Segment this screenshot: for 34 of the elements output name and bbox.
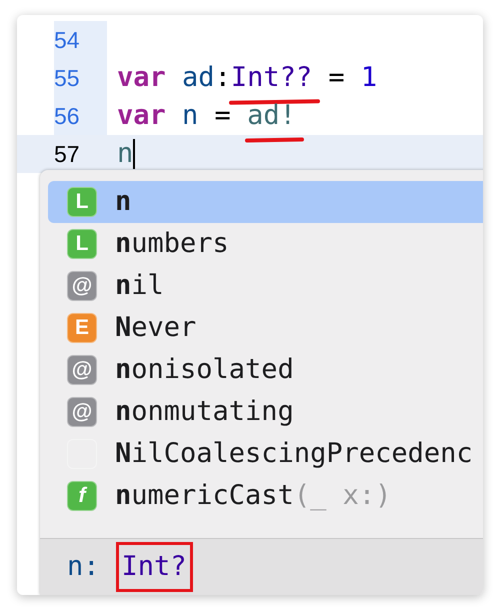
symbol-badge: @ — [67, 355, 97, 385]
code-line: var ad:Int?? = 1 — [117, 60, 378, 95]
line-number: 56 — [54, 102, 80, 131]
symbol-name: n: — [67, 550, 100, 584]
completion-label: nonmutating — [115, 394, 294, 429]
symbol-badge: E — [67, 313, 97, 343]
completion-label: nil — [115, 268, 164, 303]
symbol-badge: @ — [67, 271, 97, 301]
code-line: n — [117, 136, 134, 171]
symbol-badge: L — [67, 229, 97, 259]
symbol-type: Int? — [116, 542, 193, 592]
symbol-badge: @ — [67, 397, 97, 427]
line-number: 55 — [54, 64, 80, 93]
line-number: 54 — [54, 26, 80, 55]
completion-label: Never — [115, 310, 196, 345]
completion-item[interactable]: L n — [48, 181, 483, 223]
completion-label: n — [115, 184, 132, 219]
completion-item[interactable]: NilCoalescingPrecedenc — [48, 433, 483, 475]
completion-item[interactable]: f numericCast(_ x:) — [48, 475, 483, 517]
symbol-badge: f — [67, 481, 97, 511]
completion-item[interactable]: @ nonisolated — [48, 349, 483, 391]
completion-item[interactable]: L numbers — [48, 223, 483, 265]
completion-label: numericCast — [115, 478, 294, 513]
completion-label: NilCoalescingPrecedenc — [115, 436, 473, 471]
code-line: var n = ad! — [117, 98, 296, 133]
completion-label: numbers — [115, 226, 229, 261]
symbol-badge: L — [67, 187, 97, 217]
completion-label: nonisolated — [115, 352, 294, 387]
text-cursor — [133, 139, 136, 169]
line-number: 57 — [54, 140, 80, 169]
completion-item[interactable]: @ nonmutating — [48, 391, 483, 433]
completion-item[interactable]: E Never — [48, 307, 483, 349]
completion-item[interactable]: @ nil — [48, 265, 483, 307]
parameter-list: (_ x:) — [294, 476, 392, 516]
